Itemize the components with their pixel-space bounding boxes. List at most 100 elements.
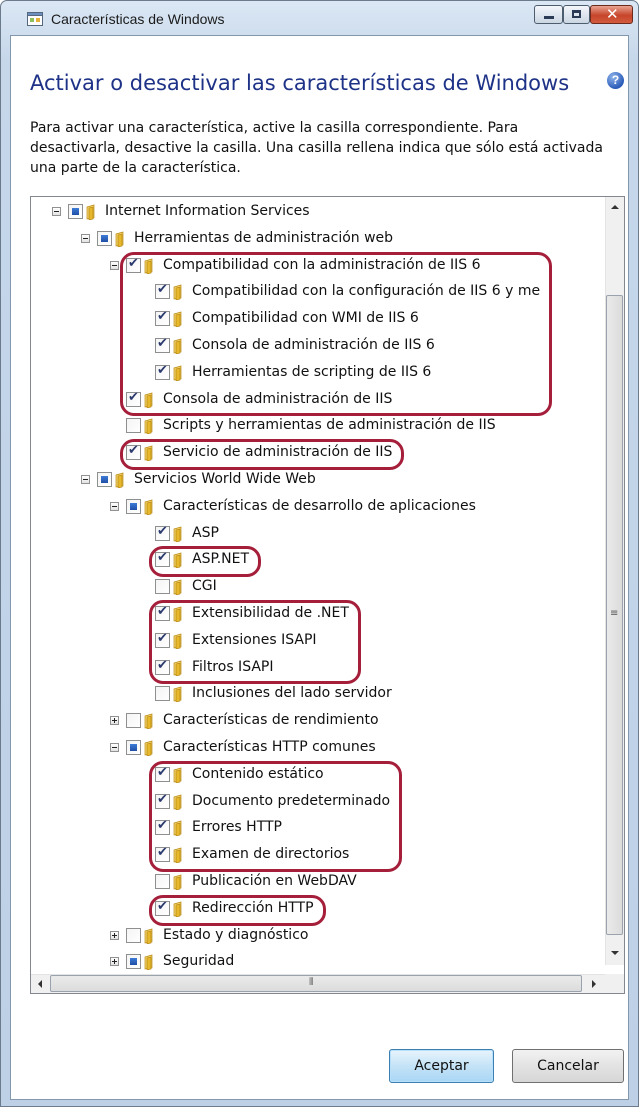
feature-checkbox[interactable]: [155, 658, 170, 675]
tree-item-label: Compatibilidad con la administración de …: [163, 256, 481, 273]
feature-checkbox[interactable]: [126, 418, 141, 434]
feature-checkbox[interactable]: [155, 631, 170, 648]
tree-item-label: ASP.NET: [192, 551, 250, 568]
scroll-down-icon[interactable]: [611, 951, 619, 955]
tree-item-label: CGI: [192, 578, 217, 595]
feature-checkbox[interactable]: [155, 874, 170, 889]
feature-checkbox[interactable]: [155, 550, 170, 568]
folder-icon: [144, 740, 153, 756]
tree-item-label: Scripts y herramientas de administración…: [163, 417, 496, 434]
tree-item-label: Publicación en WebDAV: [192, 873, 357, 889]
feature-checkbox[interactable]: [126, 954, 141, 970]
feature-checkbox[interactable]: [155, 899, 170, 916]
tree-item-label: Características de desarrollo de aplicac…: [163, 497, 476, 514]
close-button[interactable]: ✕: [590, 5, 633, 24]
tree-item-label: Características de rendimiento: [163, 712, 379, 729]
tree-item-label: Compatibilidad con WMI de IIS 6: [192, 310, 419, 327]
tree-item-label: Extensibilidad de .NET: [192, 605, 349, 621]
close-icon: ✕: [606, 5, 619, 23]
feature-checkbox[interactable]: [68, 204, 83, 219]
feature-checkbox[interactable]: [155, 579, 170, 595]
collapse-icon[interactable]: [110, 743, 119, 752]
folder-icon: [173, 820, 182, 837]
scroll-up-icon[interactable]: [611, 205, 619, 209]
cancel-button[interactable]: Cancelar: [512, 1049, 624, 1083]
folder-icon: [115, 472, 124, 488]
feature-checkbox[interactable]: [155, 765, 170, 782]
folder-icon: [173, 767, 182, 783]
tree-item-label: Contenido estático: [192, 765, 324, 782]
vertical-scroll-thumb[interactable]: ≡: [606, 295, 623, 935]
ok-button[interactable]: Aceptar: [389, 1049, 494, 1083]
feature-checkbox[interactable]: [126, 927, 141, 943]
expand-icon[interactable]: [110, 716, 119, 726]
feature-checkbox[interactable]: [155, 792, 170, 809]
help-icon[interactable]: ?: [607, 72, 624, 89]
feature-checkbox[interactable]: [126, 740, 141, 755]
tree-item-label: Extensiones ISAPI: [192, 631, 317, 648]
maximize-button[interactable]: [563, 5, 590, 24]
collapse-icon[interactable]: [110, 260, 119, 270]
feature-checkbox[interactable]: [155, 604, 170, 621]
tree-item-label: Examen de directorios: [192, 846, 350, 863]
collapse-icon[interactable]: [110, 501, 119, 511]
tree-item-label: Errores HTTP: [192, 819, 283, 836]
feature-checkbox[interactable]: [155, 363, 170, 380]
collapse-icon[interactable]: [52, 207, 61, 216]
tree-item-label: Consola de administración de IIS 6: [192, 337, 435, 353]
feature-checkbox[interactable]: [155, 686, 170, 702]
scroll-grip-icon: ⦀: [309, 977, 314, 988]
expand-icon[interactable]: [110, 957, 119, 967]
horizontal-scroll-thumb[interactable]: ⦀: [50, 975, 582, 992]
feature-checkbox[interactable]: [155, 309, 170, 327]
feature-checkbox[interactable]: [97, 230, 112, 246]
tree-item-label: Compatibilidad con la configuración de I…: [192, 283, 541, 300]
feature-checkbox[interactable]: [126, 256, 141, 273]
folder-icon: [173, 526, 182, 542]
tree-item-label: Herramientas de administración web: [134, 229, 394, 246]
tree-item-label: Características HTTP comunes: [163, 739, 376, 755]
feature-checkbox[interactable]: [126, 713, 141, 729]
expand-icon[interactable]: [110, 930, 119, 940]
window-features-icon: [27, 12, 43, 26]
title-bar[interactable]: Características de Windows ✕: [1, 1, 638, 35]
scroll-left-icon[interactable]: [38, 980, 42, 988]
feature-checkbox[interactable]: [155, 818, 170, 836]
collapse-icon[interactable]: [81, 475, 90, 484]
folder-icon: [173, 552, 182, 569]
feature-checkbox[interactable]: [155, 845, 170, 863]
window-title: Características de Windows: [51, 11, 225, 27]
tree-item-label: ASP: [192, 524, 219, 541]
folder-icon: [115, 231, 124, 247]
folder-icon: [173, 901, 182, 917]
feature-checkbox[interactable]: [126, 443, 141, 461]
feature-checkbox[interactable]: [126, 498, 141, 514]
folder-icon: [173, 847, 182, 864]
scroll-grip-icon: ≡: [610, 608, 619, 619]
folder-icon: [173, 338, 182, 354]
tree-item-label: Consola de administración de IIS: [163, 390, 393, 407]
feature-checkbox[interactable]: [155, 336, 170, 353]
window: Características de Windows ✕ Activar o d…: [0, 0, 639, 1107]
folder-icon: [173, 579, 182, 596]
tree-item-label: Estado y diagnóstico: [163, 926, 309, 943]
scroll-right-icon[interactable]: [592, 980, 596, 988]
folder-icon: [144, 418, 153, 435]
folder-icon: [173, 874, 182, 890]
folder-icon: [144, 499, 153, 515]
feature-checkbox[interactable]: [155, 282, 170, 300]
scrollbar-corner: [605, 974, 624, 993]
collapse-icon[interactable]: [81, 233, 90, 243]
feature-checkbox[interactable]: [97, 472, 112, 487]
feature-checkbox[interactable]: [126, 390, 141, 407]
tree-item-label: Redirección HTTP: [192, 899, 314, 916]
folder-icon: [173, 606, 182, 622]
folder-icon: [86, 204, 95, 220]
feature-checkbox[interactable]: [155, 524, 170, 541]
features-tree[interactable]: Internet Information Services Herramienta…: [30, 196, 625, 994]
minimize-button[interactable]: [534, 5, 563, 24]
tree-item-label: Internet Information Services: [105, 203, 310, 219]
folder-icon: [173, 284, 182, 301]
folder-icon: [144, 928, 153, 944]
folder-icon: [173, 794, 182, 810]
